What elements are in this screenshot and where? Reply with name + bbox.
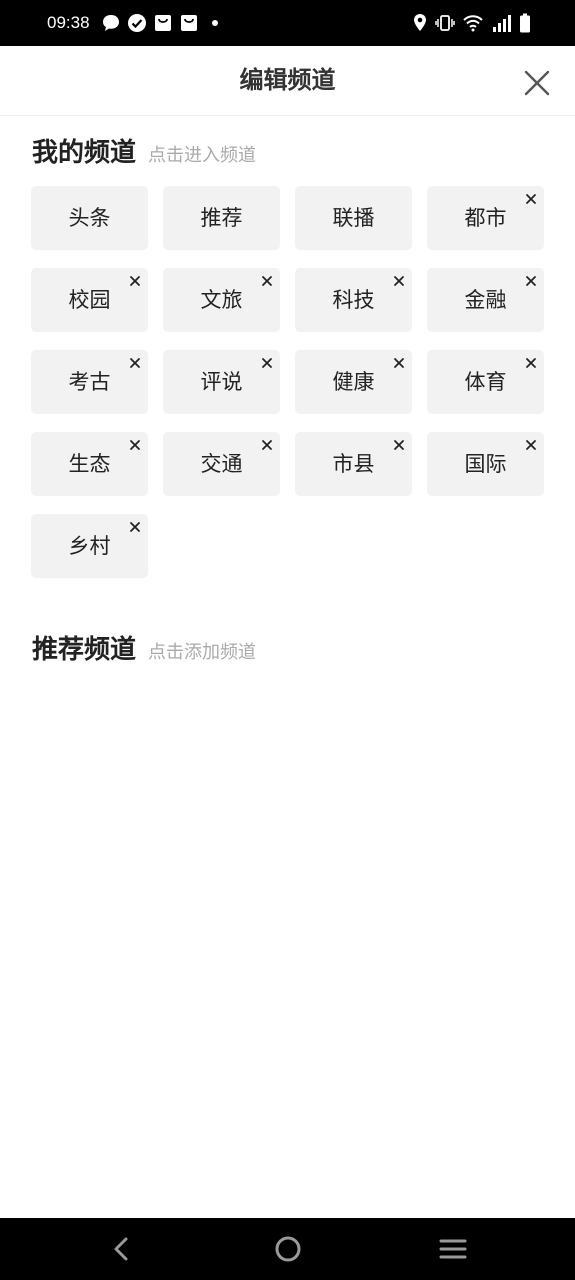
channel-tile[interactable]: 乡村	[31, 514, 148, 578]
channel-tile[interactable]: 联播	[295, 186, 412, 250]
channel-label: 都市	[464, 206, 507, 230]
channel-label: 健康	[332, 370, 375, 394]
remove-icon[interactable]	[392, 438, 406, 452]
remove-icon[interactable]	[524, 274, 538, 288]
shopping-bag-icon	[153, 13, 173, 33]
my-channels-grid: 头条 推荐 联播 都市校园 文旅 科技 金融考古 评说 健康 体育生态 交通 市县 国际乡村	[31, 186, 544, 578]
header: 编辑频道	[0, 46, 575, 116]
navigation-bar	[0, 1218, 575, 1280]
shopping-bag-icon	[179, 13, 199, 33]
my-channels-header: 我的频道 点击进入频道	[32, 136, 256, 170]
channel-tile[interactable]: 市县	[295, 432, 412, 496]
remove-icon[interactable]	[128, 274, 142, 288]
my-channels-hint: 点击进入频道	[148, 145, 257, 166]
remove-icon[interactable]	[260, 356, 274, 370]
channel-label: 联播	[332, 206, 375, 230]
home-button[interactable]	[273, 1234, 303, 1264]
channel-tile[interactable]: 评说	[163, 350, 280, 414]
page-title: 编辑频道	[239, 66, 336, 94]
channel-label: 金融	[464, 288, 507, 312]
recommended-channels-title: 推荐频道	[32, 635, 137, 665]
channel-tile[interactable]: 交通	[163, 432, 280, 496]
remove-icon[interactable]	[128, 438, 142, 452]
recommended-channels-header: 推荐频道 点击添加频道	[32, 633, 256, 667]
vibrate-icon	[435, 13, 455, 33]
my-channels-title: 我的频道	[32, 138, 137, 168]
close-button[interactable]	[520, 66, 554, 100]
channel-label: 市县	[332, 452, 375, 476]
status-bar: 09:38	[0, 0, 575, 46]
channel-label: 科技	[332, 288, 375, 312]
remove-icon[interactable]	[128, 520, 142, 534]
notification-icons	[101, 13, 231, 33]
channel-tile[interactable]: 校园	[31, 268, 148, 332]
signal-icon	[491, 13, 511, 33]
back-icon	[114, 1237, 128, 1261]
remove-icon[interactable]	[392, 356, 406, 370]
channel-tile[interactable]: 生态	[31, 432, 148, 496]
channel-tile[interactable]: 文旅	[163, 268, 280, 332]
channel-label: 国际	[464, 452, 507, 476]
battery-icon	[519, 13, 531, 33]
channel-tile[interactable]: 健康	[295, 350, 412, 414]
status-time: 09:38	[47, 13, 90, 32]
menu-icon	[439, 1239, 467, 1259]
wifi-icon	[463, 13, 483, 33]
system-icons	[405, 13, 531, 33]
channel-tile[interactable]: 体育	[427, 350, 544, 414]
channel-label: 交通	[200, 452, 243, 476]
channel-label: 考古	[68, 370, 111, 394]
back-button[interactable]	[107, 1234, 137, 1264]
channel-label: 生态	[68, 452, 111, 476]
channel-tile[interactable]: 金融	[427, 268, 544, 332]
remove-icon[interactable]	[260, 274, 274, 288]
channel-tile[interactable]: 科技	[295, 268, 412, 332]
channel-tile[interactable]: 都市	[427, 186, 544, 250]
close-icon	[524, 70, 550, 96]
remove-icon[interactable]	[392, 274, 406, 288]
channel-label: 文旅	[200, 288, 243, 312]
channel-tile[interactable]: 国际	[427, 432, 544, 496]
remove-icon[interactable]	[524, 192, 538, 206]
remove-icon[interactable]	[260, 438, 274, 452]
home-icon	[275, 1236, 301, 1262]
channel-label: 评说	[200, 370, 243, 394]
check-circle-icon	[127, 13, 147, 33]
recommended-channels-hint: 点击添加频道	[148, 642, 257, 663]
channel-label: 体育	[464, 370, 507, 394]
channel-label: 头条	[68, 206, 111, 230]
channel-label: 推荐	[200, 206, 243, 230]
remove-icon[interactable]	[524, 438, 538, 452]
remove-icon[interactable]	[524, 356, 538, 370]
dot-icon	[205, 13, 225, 33]
channel-tile[interactable]: 考古	[31, 350, 148, 414]
menu-button[interactable]	[438, 1234, 468, 1264]
channel-label: 乡村	[68, 534, 111, 558]
channel-tile[interactable]: 推荐	[163, 186, 280, 250]
channel-tile[interactable]: 头条	[31, 186, 148, 250]
location-icon	[413, 13, 427, 33]
messages-icon	[101, 13, 121, 33]
remove-icon[interactable]	[128, 356, 142, 370]
channel-label: 校园	[68, 288, 111, 312]
